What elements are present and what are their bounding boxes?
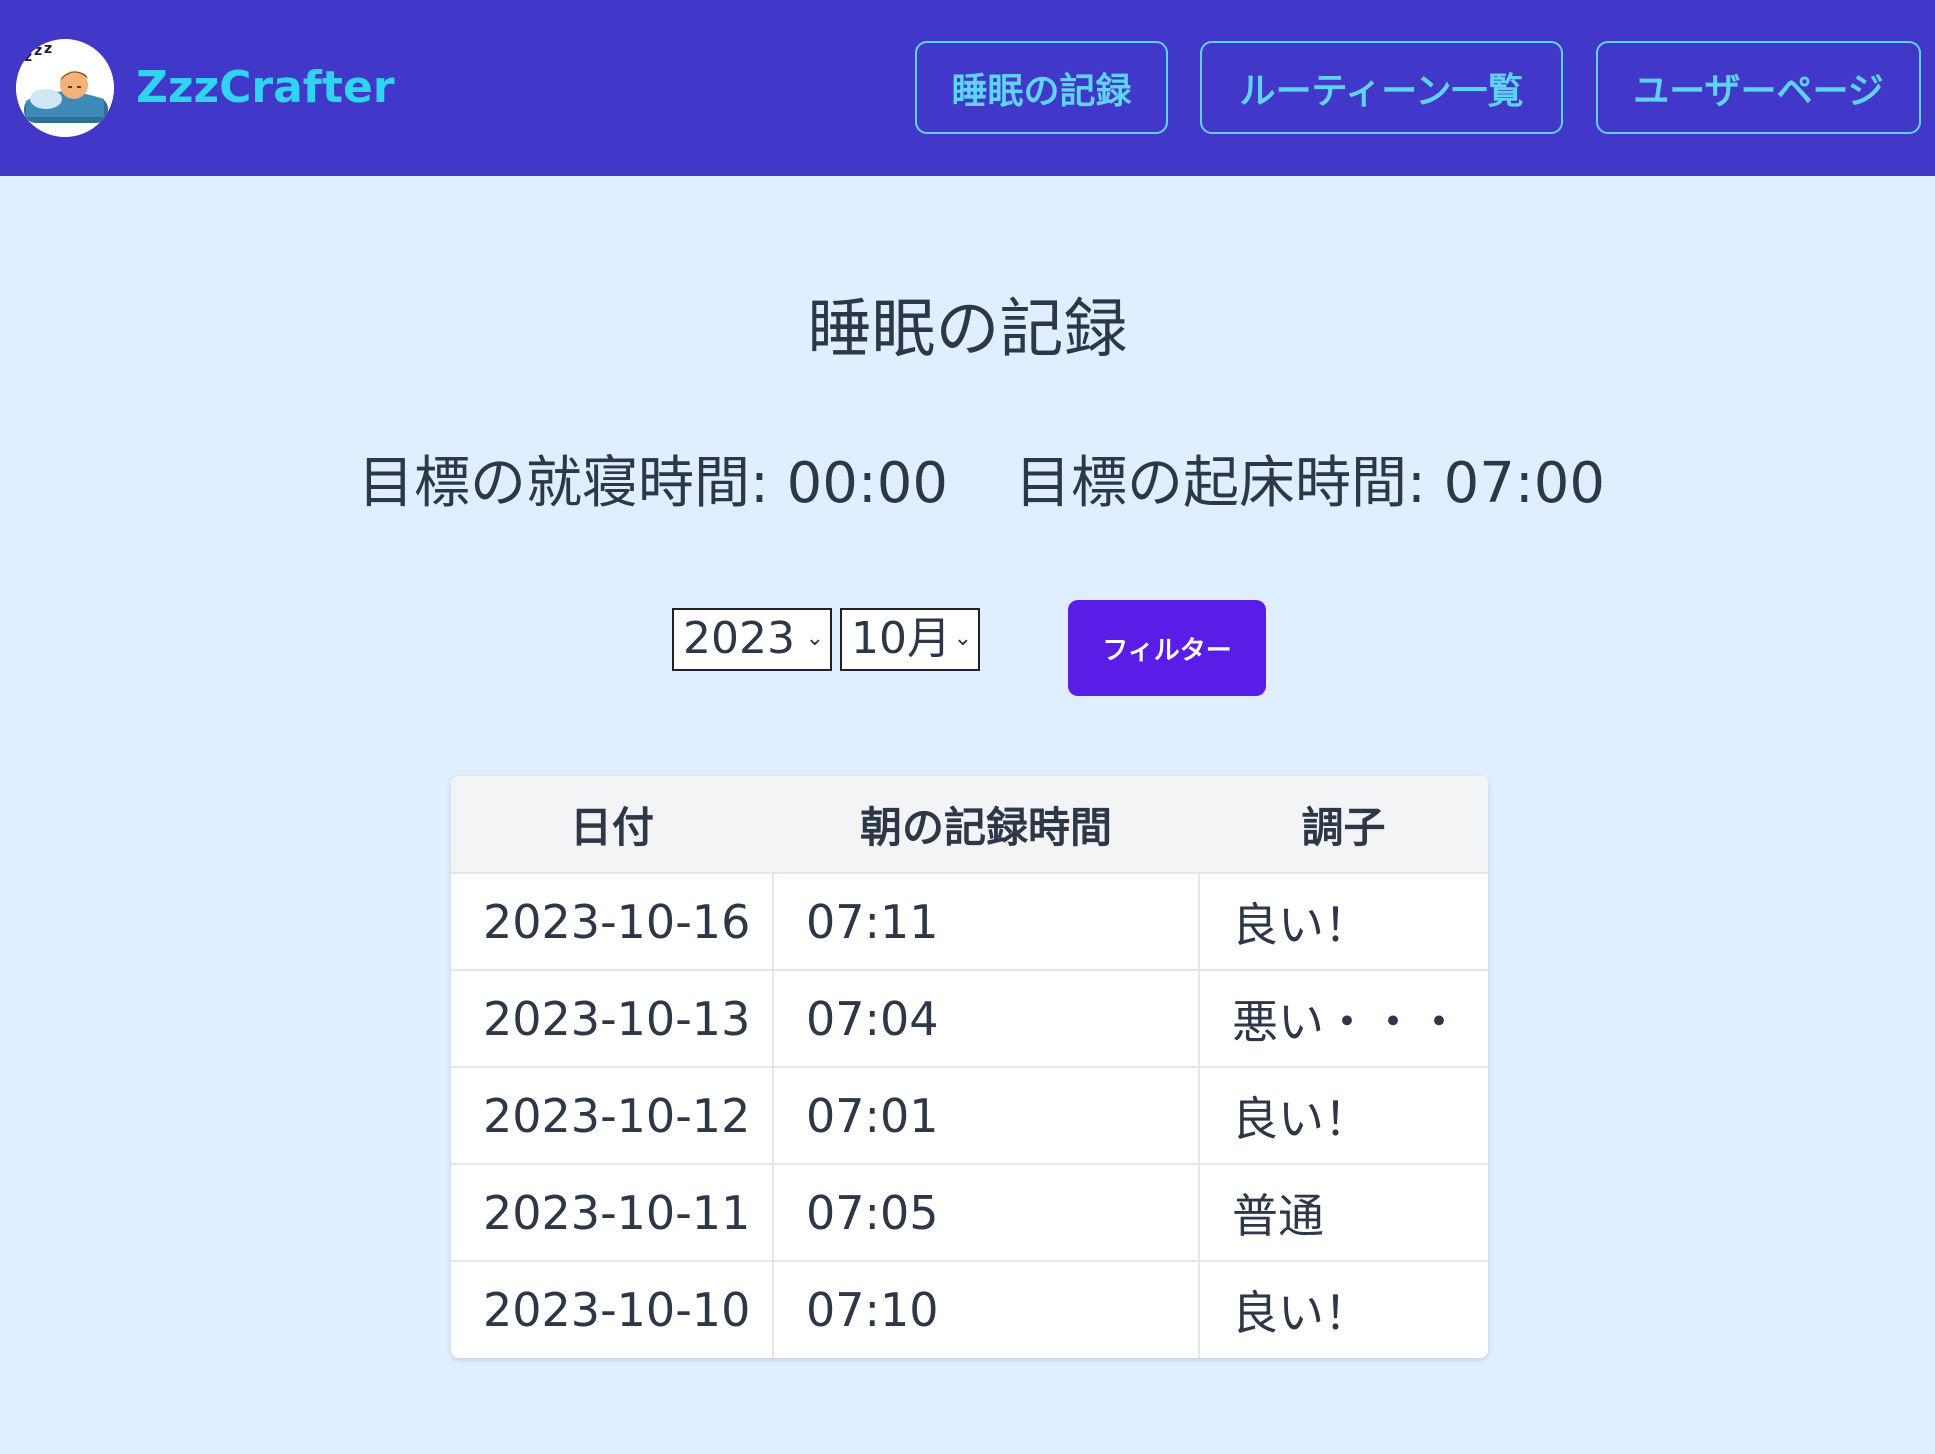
table-row: 2023-10-11 07:05 普通 [451, 1163, 1488, 1261]
table-row: 2023-10-16 07:11 良い！ [451, 872, 1488, 970]
table-header-row: 日付 朝の記録時間 調子 [451, 776, 1488, 873]
cell-record-time: 07:05 [772, 1163, 1199, 1261]
svg-text:z: z [24, 49, 32, 65]
cell-condition: 普通 [1198, 1163, 1488, 1261]
cell-date: 2023-10-13 [451, 969, 773, 1067]
cell-date: 2023-10-16 [451, 872, 773, 970]
goal-waketime: 目標の起床時間: 07:00 [1015, 451, 1606, 516]
brand-name[interactable]: ZzzCrafter [136, 58, 395, 118]
cell-record-time: 07:10 [772, 1260, 1199, 1358]
chevron-down-icon: ⌄ [953, 626, 972, 651]
cell-record-time: 07:01 [772, 1066, 1199, 1164]
cell-condition: 良い！ [1198, 872, 1488, 970]
column-header-date: 日付 [451, 776, 773, 873]
cell-date: 2023-10-11 [451, 1163, 773, 1261]
table-row: 2023-10-10 07:10 良い！ [451, 1260, 1488, 1358]
sleep-records-table: 日付 朝の記録時間 調子 2023-10-16 07:11 良い！ 2023-1… [451, 776, 1488, 1358]
nav-user-page-button[interactable]: ユーザーページ [1596, 41, 1921, 134]
month-select-value: 10月 [851, 613, 951, 664]
month-select[interactable]: 10月 ⌄ [840, 608, 980, 671]
nav-routine-list-button[interactable]: ルーティーン一覧 [1200, 41, 1563, 134]
year-select-value: 2023 [683, 613, 795, 664]
column-header-record-time: 朝の記録時間 [773, 776, 1199, 873]
page-title: 睡眠の記録 [807, 293, 1128, 367]
cell-date: 2023-10-10 [451, 1260, 773, 1358]
cell-record-time: 07:04 [772, 969, 1199, 1067]
nav-sleep-records-button[interactable]: 睡眠の記録 [915, 41, 1168, 134]
cell-record-time: 07:11 [772, 872, 1199, 970]
cell-condition: 良い！ [1198, 1260, 1488, 1358]
goal-bedtime: 目標の就寝時間: 00:00 [358, 451, 949, 516]
svg-text:z: z [44, 41, 52, 57]
svg-text:z: z [34, 43, 42, 59]
navbar: z z z ZzzCrafter 睡眠の記録 ルーティーン一覧 ユーザーページ [0, 0, 1935, 176]
filter-button[interactable]: フィルター [1068, 600, 1266, 696]
table-row: 2023-10-12 07:01 良い！ [451, 1066, 1488, 1164]
cell-condition: 良い！ [1198, 1066, 1488, 1164]
cell-condition: 悪い・・・ [1198, 969, 1488, 1067]
column-header-condition: 調子 [1199, 776, 1488, 873]
cell-date: 2023-10-12 [451, 1066, 773, 1164]
chevron-down-icon: ⌄ [805, 626, 824, 651]
table-row: 2023-10-13 07:04 悪い・・・ [451, 969, 1488, 1067]
year-select[interactable]: 2023 ⌄ [672, 608, 832, 671]
sleeping-person-logo-icon[interactable]: z z z [16, 39, 114, 137]
